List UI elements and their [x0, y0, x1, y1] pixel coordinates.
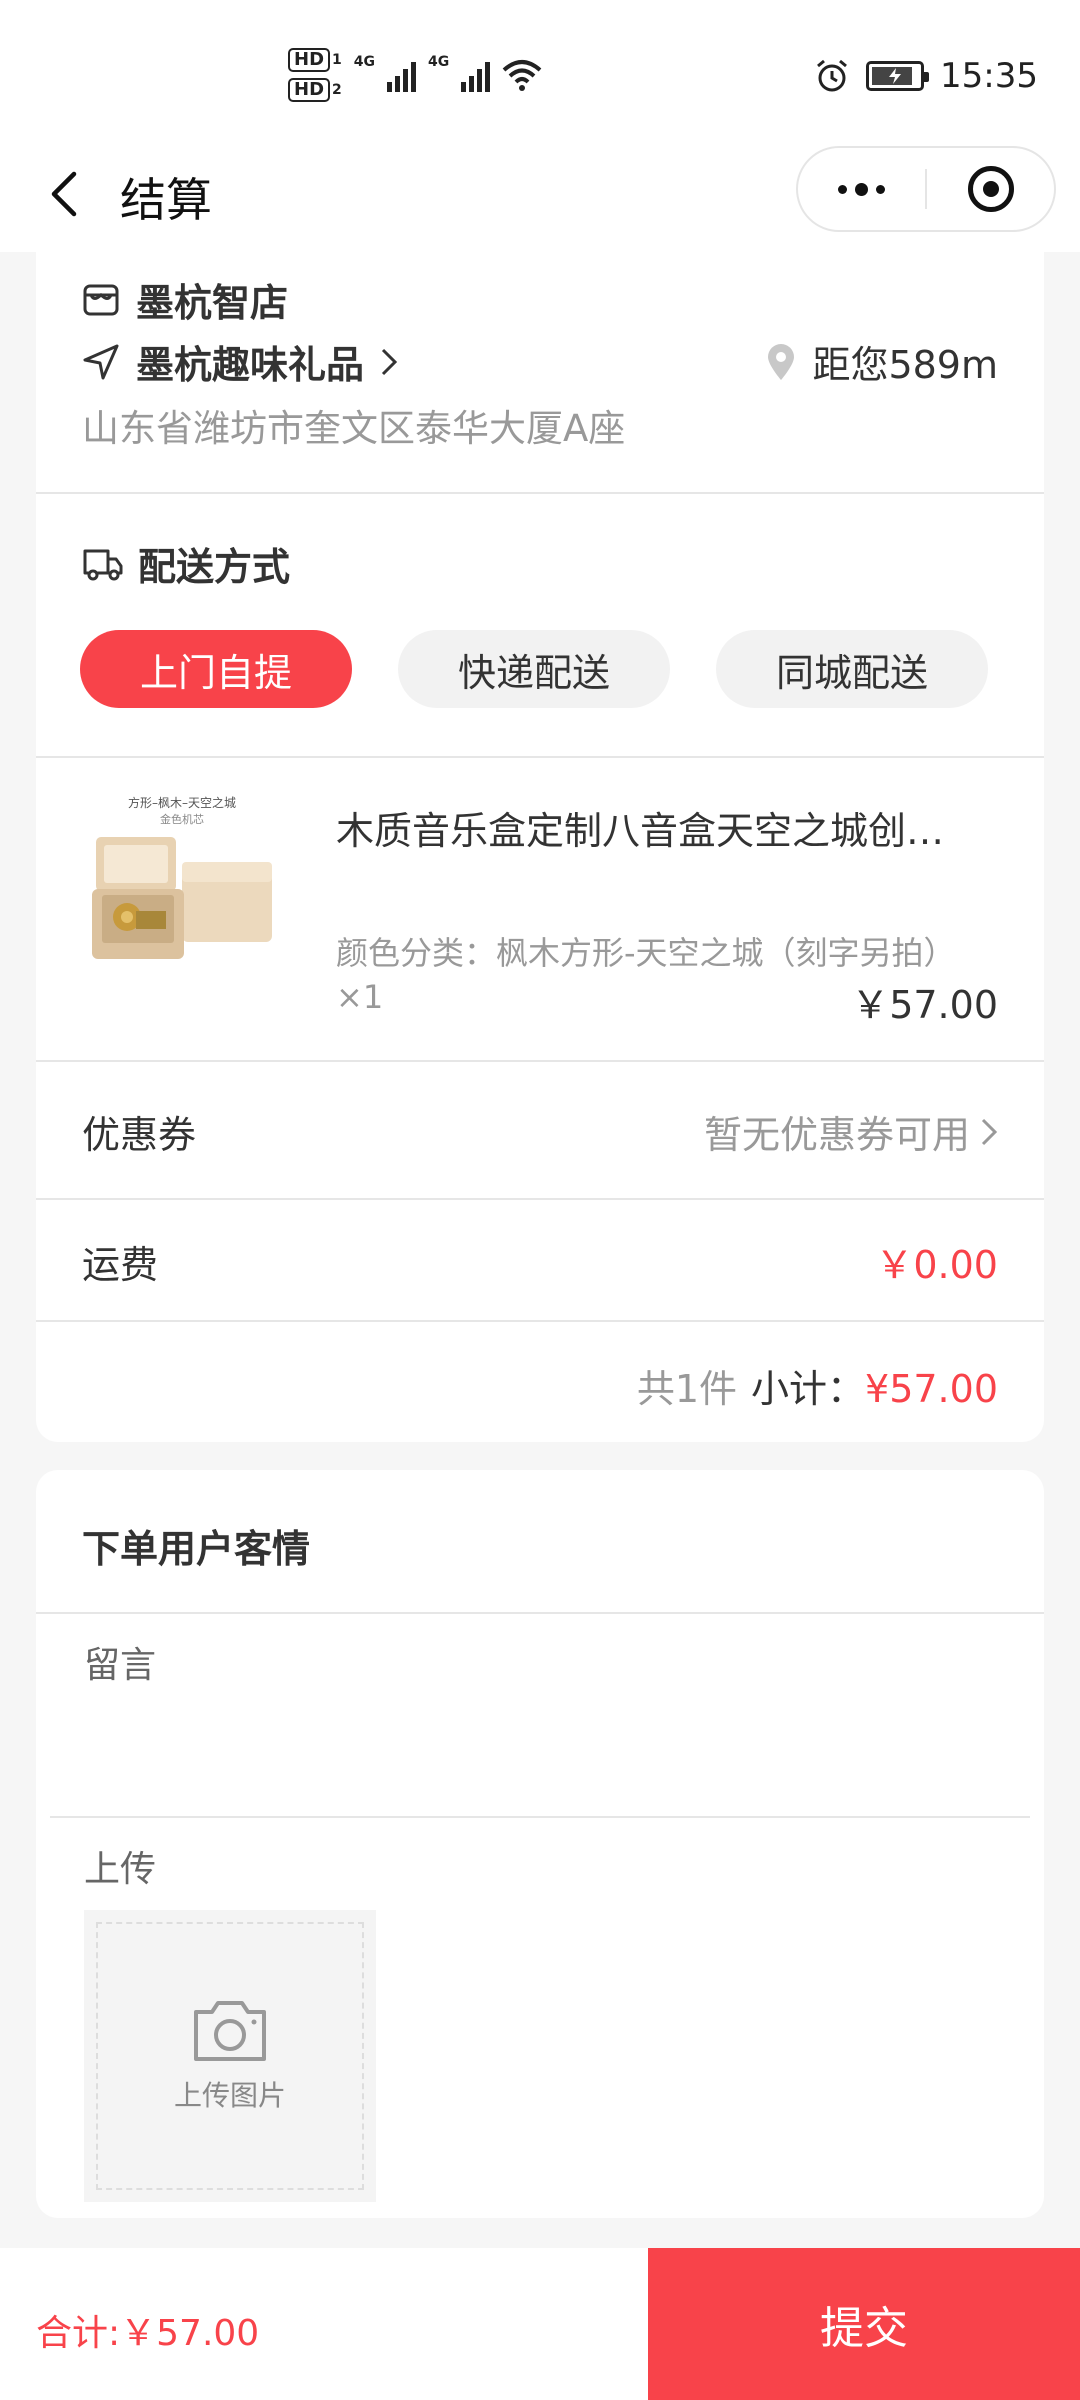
delivery-option-same-city[interactable]: 同城配送 [716, 630, 988, 708]
signal-1-icon [387, 58, 416, 92]
page-title: 结算 [120, 173, 212, 227]
product-price: ￥57.00 [851, 983, 998, 1027]
store-brand: 墨杭智店 [136, 281, 289, 325]
network-type-2: 4G [428, 54, 450, 70]
coupon-value: 暂无优惠券可用 [703, 1113, 970, 1157]
hd-2-badge: HD [288, 78, 331, 102]
store-address: 山东省潍坊市奎文区泰华大厦A座 [82, 407, 626, 450]
delivery-option-pickup[interactable]: 上门自提 [80, 630, 352, 708]
subtotal-amount: ¥57.00 [865, 1367, 998, 1411]
product-quantity: ×1 [336, 978, 384, 1016]
divider [50, 1816, 1030, 1818]
delivery-method-title: 配送方式 [82, 536, 290, 591]
divider [36, 1612, 1044, 1614]
shipping-value: ￥0.00 [875, 1243, 998, 1287]
navigation-arrow-icon [83, 344, 119, 379]
chevron-right-icon [981, 1118, 998, 1145]
hd-2-sub: 2 [332, 82, 342, 98]
product-image[interactable]: 方形–枫木–天空之城 金色机芯 [82, 790, 282, 990]
back-button[interactable] [38, 168, 90, 220]
close-miniapp-button[interactable] [927, 148, 1054, 230]
hd-indicators: HD 1 HD 2 [288, 48, 342, 102]
clock-time: 15:35 [940, 56, 1038, 96]
divider [36, 492, 1044, 494]
nav-bar: 结算 [0, 140, 1080, 252]
target-circle-icon [967, 166, 1014, 212]
store-name-row[interactable]: 墨杭趣味礼品 [82, 334, 398, 389]
store-brand-row: 墨杭智店 [82, 272, 288, 327]
more-dots-icon [838, 182, 885, 196]
hd-1-sub: 1 [332, 52, 342, 68]
alarm-icon [817, 59, 847, 92]
chevron-right-icon [381, 348, 398, 375]
camera-icon [194, 2001, 266, 2061]
shipping-label: 运费 [82, 1243, 159, 1287]
subtotal-label: 小计： [751, 1367, 866, 1411]
distance-text: 距您589m [812, 343, 998, 387]
battery-icon [866, 61, 930, 91]
message-label: 留言 [84, 1645, 157, 1686]
delivery-method-label: 配送方式 [138, 545, 291, 589]
distance-info: 距您589m [766, 334, 998, 389]
wifi-icon [502, 60, 542, 91]
product-title[interactable]: 木质音乐盒定制八音盒天空之城创… [336, 800, 996, 855]
signal-2-icon [461, 58, 491, 92]
music-box-picture [92, 837, 272, 959]
bottom-bar: 合计:￥57.00 提交 [0, 2248, 1080, 2400]
shop-icon [83, 284, 119, 315]
delivery-truck-icon [83, 549, 123, 580]
message-input[interactable] [84, 1692, 996, 1772]
upload-image-button[interactable]: 上传图片 [84, 1910, 376, 2202]
hd-1-badge: HD [288, 48, 331, 72]
coupon-selector[interactable]: 暂无优惠券可用 [704, 1104, 998, 1159]
coupon-label: 优惠券 [82, 1113, 197, 1157]
miniapp-capsule [796, 146, 1056, 232]
upload-dropzone: 上传图片 [96, 1922, 364, 2190]
divider [36, 1060, 1044, 1062]
product-image-caption-1: 方形–枫木–天空之城 [127, 796, 236, 810]
divider [36, 1198, 1044, 1200]
upload-label: 上传 [84, 1849, 157, 1890]
subtotal-row: 共1件 小计： ¥57.00 [637, 1358, 998, 1413]
item-count: 共1件 [636, 1367, 738, 1411]
customer-info-card: 下单用户客情 留言 上传 上传图片 [36, 1470, 1044, 2218]
network-type-1: 4G [353, 54, 375, 70]
order-card: 墨杭智店 墨杭趣味礼品 距您589m 山东省潍坊市奎文区泰华大厦A座 配送方式 … [36, 252, 1044, 1442]
chevron-left-icon [51, 171, 77, 217]
customer-info-title: 下单用户客情 [82, 1527, 311, 1571]
more-button[interactable] [798, 148, 925, 230]
divider [36, 756, 1044, 758]
status-left: HD 1 HD 2 4G 4G [288, 48, 542, 102]
product-image-caption-2: 金色机芯 [160, 813, 204, 826]
location-pin-icon [768, 343, 795, 380]
order-total: 合计:￥57.00 [36, 2313, 260, 2354]
submit-button[interactable]: 提交 [648, 2248, 1080, 2400]
status-bar: HD 1 HD 2 4G 4G 15:35 [0, 0, 1080, 140]
delivery-option-express[interactable]: 快递配送 [398, 630, 670, 708]
divider [36, 1320, 1044, 1322]
store-name: 墨杭趣味礼品 [136, 343, 365, 387]
product-spec: 颜色分类：枫木方形-天空之城（刻字另拍） [336, 934, 956, 972]
upload-image-text: 上传图片 [173, 2079, 286, 2112]
status-right: 15:35 [814, 56, 1038, 96]
